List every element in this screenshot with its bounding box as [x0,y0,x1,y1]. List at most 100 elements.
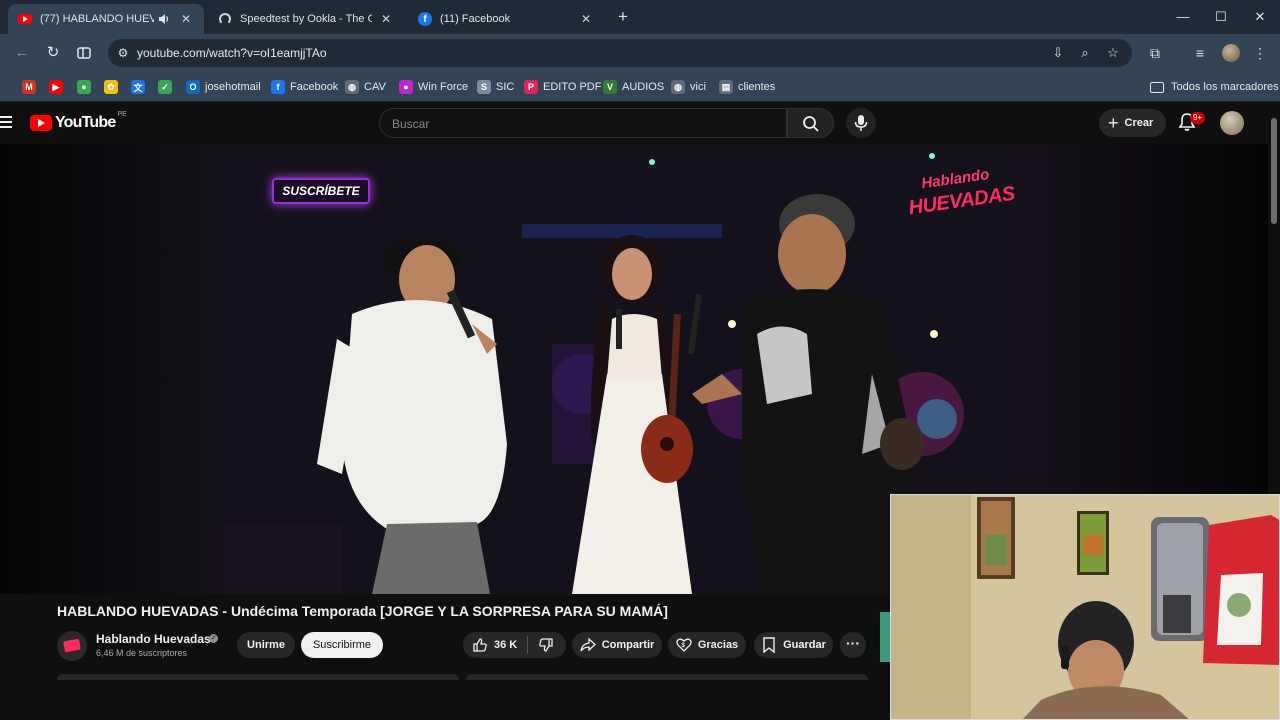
maps-icon: ● [77,80,91,94]
voice-search-button[interactable] [846,108,876,138]
share-label: Compartir [601,639,655,651]
close-window-icon[interactable]: ✕ [1245,6,1275,28]
minimize-icon[interactable]: — [1168,6,1198,28]
bookmark-icon-5[interactable]: ✓ [158,78,172,96]
search-placeholder: Buscar [392,117,430,131]
address-bar[interactable]: ⚙ youtube.com/watch?v=oI1eamjjTAo ⇩ ⌕ ☆ [108,39,1132,67]
plus-icon: + [1108,113,1119,133]
v-icon: V [603,80,617,94]
youtube-icon: ▶ [49,80,63,94]
bookmark-win-force[interactable]: ● Win Force [399,78,468,96]
tab-title: (11) Facebook [440,13,511,25]
description-box-edge[interactable] [57,674,459,680]
extensions-icon[interactable]: ⧉ [1145,43,1165,63]
bookmark-label: clientes [738,81,776,93]
back-icon[interactable]: ← [12,43,32,63]
tab-youtube[interactable]: (77) HABLANDO HUEVADAS ✕ [8,4,204,34]
share-button[interactable]: Compartir [572,632,662,658]
verified-check-icon: ✓ [209,634,218,643]
create-label: Crear [1124,117,1154,129]
browser-profile-avatar[interactable] [1222,44,1240,62]
join-button[interactable]: Unirme [237,632,295,658]
media-control-icon[interactable]: ≡ [1190,43,1210,63]
folder-icon [1150,81,1164,93]
reload-icon[interactable]: ↻ [43,43,63,63]
create-button[interactable]: + Crear [1099,109,1166,137]
bookmark-label: SIC [496,81,515,93]
bookmark-icon-2[interactable]: ● [77,78,91,96]
new-tab-button[interactable]: + [612,8,634,28]
search-button[interactable] [787,108,834,138]
scrollbar-thumb[interactable] [1271,118,1277,224]
tab-facebook[interactable]: f (11) Facebook ✕ [408,4,604,34]
channel-avatar[interactable] [57,631,87,661]
install-app-icon[interactable]: ⇩ [1049,44,1067,62]
speaker-icon[interactable] [156,11,172,27]
like-count[interactable]: 36 K [494,639,517,651]
share-arrow-icon [580,637,596,653]
subscribe-label: Suscribirme [312,639,372,651]
bookmark-clientes[interactable]: ▤ clientes [719,78,775,96]
save-bookmark-icon [761,637,777,653]
all-bookmarks-folder[interactable]: Todos los marcadores [1150,78,1279,96]
gmail-icon: M [22,80,36,94]
tab-speedtest[interactable]: Speedtest by Ookla - The Global ✕ [208,4,404,34]
channel-brand-watermark: Hablando HUEVADAS [903,166,1016,234]
pdf-icon: P [524,80,538,94]
search-icon [803,116,819,132]
bookmark-icon-0[interactable]: M [22,78,36,96]
close-tab-icon[interactable]: ✕ [578,11,594,27]
svg-text:$: $ [681,643,685,649]
globe-icon: ◍ [671,80,685,94]
bookmark-icon-3[interactable]: ✿ [104,78,118,96]
translate-icon: 文 [131,80,145,94]
bookmark-josehotmail[interactable]: Ojosehotmail [186,78,261,96]
bookmark-icon-1[interactable]: ▶ [49,78,63,96]
url-text[interactable]: youtube.com/watch?v=oI1eamjjTAo [137,46,327,60]
video-title: HABLANDO HUEVADAS - Undécima Temporada [… [57,603,668,619]
thumbs-down-icon[interactable] [538,637,554,653]
bookmark-label: vici [690,81,706,93]
channel-name[interactable]: Hablando Huevadas [96,632,211,646]
join-label: Unirme [247,639,285,651]
microphone-icon [854,115,868,131]
split-view-icon[interactable] [74,43,94,63]
circle-icon: ● [399,80,413,94]
youtube-header: YouTube PE Buscar + Crear 9+ [0,102,1268,144]
save-button[interactable]: Guardar [754,632,833,658]
maximize-icon[interactable]: ☐ [1206,6,1236,28]
bookmark-audios[interactable]: V AUDIOS [603,78,664,96]
youtube-logo[interactable]: YouTube PE [30,111,127,132]
bookmark-facebook[interactable]: f Facebook [271,78,338,96]
bookmark-vici[interactable]: ◍ vici [671,78,706,96]
close-tab-icon[interactable]: ✕ [178,11,194,27]
bookmark-icon-4[interactable]: 文 [131,78,145,96]
recommendation-box-edge[interactable] [466,674,868,680]
webcam-overlay [890,494,1280,720]
bookmark-label: CAV [364,81,386,93]
zoom-icon[interactable]: ⌕ [1076,44,1094,62]
bookmark-label: Facebook [290,81,339,93]
bookmark-label: josehotmail [205,81,261,93]
youtube-icon [18,12,32,26]
thumbs-up-icon[interactable] [472,637,488,653]
sic-icon: S [477,80,491,94]
youtube-wordmark: YouTube [55,114,116,131]
account-avatar[interactable] [1220,111,1244,135]
menu-icon[interactable]: ⋮ [1250,43,1270,63]
partial-sidebar-element [880,612,890,662]
bookmark-cav[interactable]: ◍ CAV [345,78,386,96]
close-tab-icon[interactable]: ✕ [378,11,394,27]
more-actions-icon[interactable]: ··· [840,632,866,658]
photos-icon: ✿ [104,80,118,94]
bookmark-edito-pdf[interactable]: P EDITO PDF [524,78,601,96]
check-icon: ✓ [158,80,172,94]
site-info-icon[interactable]: ⚙ [114,44,132,62]
thanks-button[interactable]: $ Gracias [668,632,746,658]
bookmark-star-icon[interactable]: ☆ [1104,44,1122,62]
search-input[interactable]: Buscar [379,108,787,138]
hamburger-menu-icon[interactable] [0,116,12,128]
subscribe-button[interactable]: Suscribirme [301,632,383,658]
facebook-icon: f [418,12,432,26]
bookmark-sic[interactable]: S SIC [477,78,514,96]
